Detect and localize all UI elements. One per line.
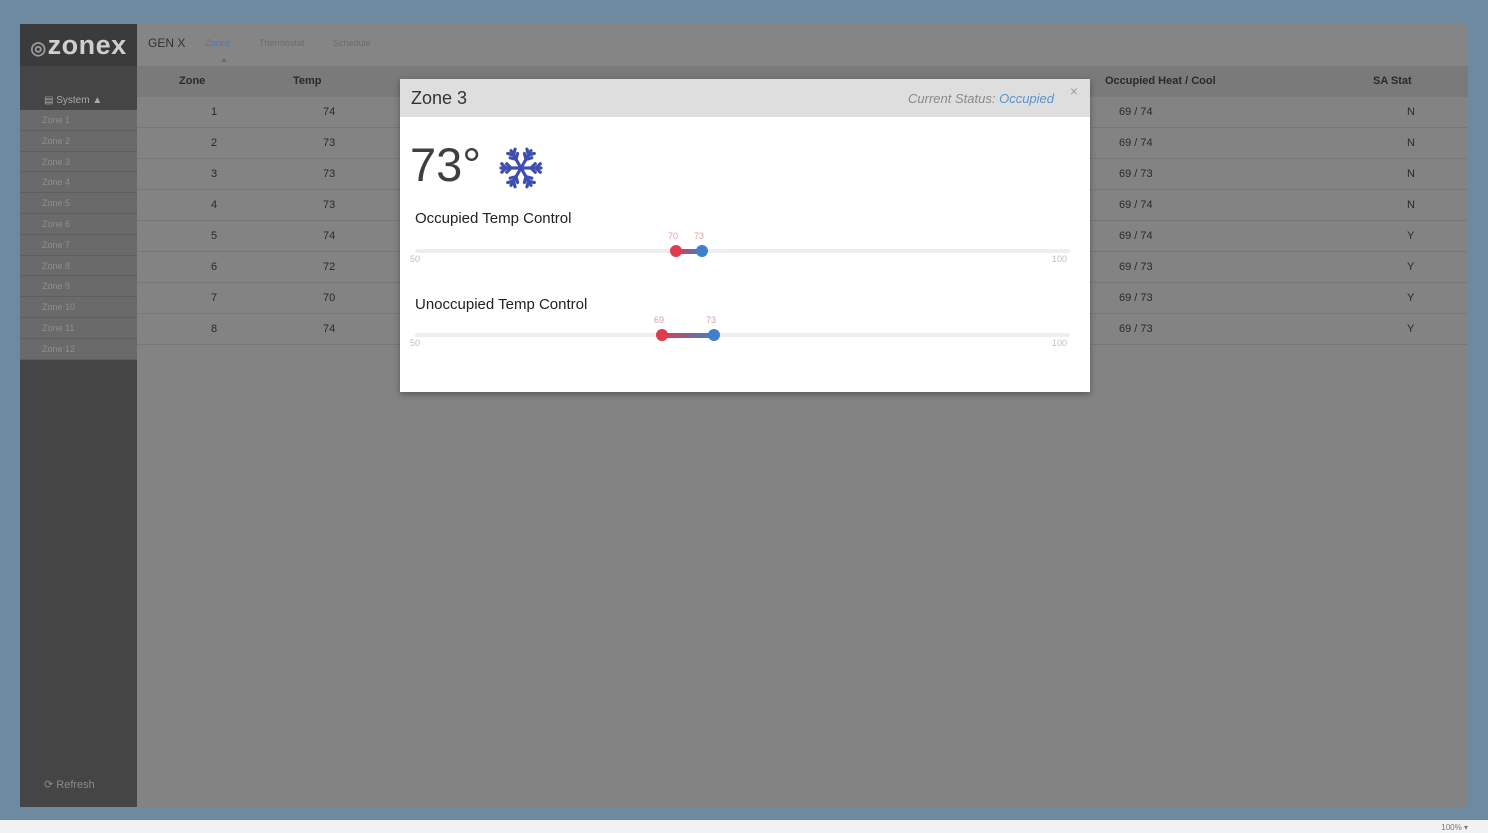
cell-temp: 73 bbox=[323, 199, 336, 211]
occupied-slider-min: 50 bbox=[410, 254, 421, 264]
cell-temp: 74 bbox=[323, 106, 336, 118]
topbar: GEN X Zones Thermostat Schedule bbox=[137, 24, 1468, 66]
cell-setpoint: 69 / 73 bbox=[1119, 292, 1153, 304]
tab-schedule[interactable]: Schedule bbox=[333, 38, 371, 48]
menu-icon: ▤ bbox=[44, 95, 54, 106]
refresh-label: Refresh bbox=[56, 779, 95, 791]
brand-label: GEN X bbox=[148, 36, 186, 50]
cell-sa: Y bbox=[1407, 230, 1415, 242]
header-zone: Zone bbox=[179, 75, 206, 87]
logo-swirl-icon: ◎ bbox=[30, 38, 47, 58]
occupied-slider-track[interactable] bbox=[415, 249, 1070, 253]
sidebar-nav: ▤ System ▲ Zone 1 Zone 2 Zone 3 Zone 4 Zone … bbox=[20, 92, 137, 360]
cell-zone: 2 bbox=[211, 137, 218, 149]
cell-setpoint: 69 / 73 bbox=[1119, 261, 1153, 273]
system-label: System bbox=[56, 95, 90, 106]
modal-title: Zone 3 bbox=[411, 88, 468, 108]
cell-temp: 74 bbox=[323, 323, 336, 335]
cell-temp: 74 bbox=[323, 230, 336, 242]
cell-zone: 1 bbox=[211, 106, 218, 118]
sidebar-item-zone[interactable]: Zone 11 bbox=[20, 318, 137, 339]
sidebar-item-zone[interactable]: Zone 6 bbox=[20, 214, 137, 235]
cell-zone: 8 bbox=[211, 323, 218, 335]
current-status: Current Status: Occupied bbox=[908, 91, 1054, 106]
cell-sa: N bbox=[1407, 106, 1415, 118]
cell-zone: 7 bbox=[211, 292, 218, 304]
cell-temp: 73 bbox=[323, 137, 336, 149]
occupied-low-value: 70 bbox=[668, 231, 679, 241]
occupied-high-handle[interactable] bbox=[696, 245, 708, 257]
refresh-button[interactable]: ⟳ Refresh bbox=[44, 778, 95, 791]
snowflake-icon bbox=[499, 147, 543, 189]
zone-detail-modal: Zone 3 Current Status: Occupied × 73° Oc… bbox=[400, 79, 1090, 392]
occupied-high-value: 73 bbox=[694, 231, 705, 241]
sidebar-zone-list: Zone 1 Zone 2 Zone 3 Zone 4 Zone 5 Zone 6 Zone… bbox=[20, 110, 137, 360]
cell-temp: 70 bbox=[323, 292, 336, 304]
cell-sa: N bbox=[1407, 137, 1415, 149]
sidebar-item-zone[interactable]: Zone 3 bbox=[20, 152, 137, 173]
tab-thermostat[interactable]: Thermostat bbox=[259, 38, 305, 48]
occupied-control-label: Occupied Temp Control bbox=[415, 210, 572, 227]
cell-sa: N bbox=[1407, 168, 1415, 180]
cell-zone: 3 bbox=[211, 168, 218, 180]
zoom-value: 100% bbox=[1441, 823, 1462, 832]
active-tab-indicator bbox=[221, 58, 227, 62]
unoccupied-slider-track[interactable] bbox=[415, 333, 1070, 337]
sidebar-item-zone[interactable]: Zone 8 bbox=[20, 256, 137, 277]
cell-setpoint: 69 / 74 bbox=[1119, 106, 1153, 118]
unoccupied-high-handle[interactable] bbox=[708, 329, 720, 341]
close-icon[interactable]: × bbox=[1070, 83, 1078, 99]
browser-status-bar bbox=[0, 820, 1488, 833]
tab-zones[interactable]: Zones bbox=[205, 38, 230, 48]
unoccupied-slider-max: 100 bbox=[1052, 338, 1068, 348]
unoccupied-slider-min: 50 bbox=[410, 338, 421, 348]
occupied-slider-max: 100 bbox=[1052, 254, 1068, 264]
cell-sa: Y bbox=[1407, 323, 1415, 335]
unoccupied-slider-range bbox=[662, 333, 714, 338]
cell-setpoint: 69 / 74 bbox=[1119, 230, 1153, 242]
header-occupied-heat-cool: Occupied Heat / Cool bbox=[1105, 75, 1216, 87]
header-sa-stat: SA Stat bbox=[1373, 75, 1412, 87]
cell-sa: Y bbox=[1407, 261, 1415, 273]
header-temp: Temp bbox=[293, 75, 322, 87]
cell-temp: 72 bbox=[323, 261, 336, 273]
sidebar: ◎zonex ▤ System ▲ Zone 1 Zone 2 Zone 3 Zone… bbox=[20, 24, 137, 807]
cell-zone: 6 bbox=[211, 261, 218, 273]
cell-zone: 4 bbox=[211, 199, 218, 211]
cell-sa: Y bbox=[1407, 292, 1415, 304]
status-prefix: Current Status: bbox=[908, 91, 996, 106]
unoccupied-low-handle[interactable] bbox=[656, 329, 668, 341]
cell-setpoint: 69 / 73 bbox=[1119, 168, 1153, 180]
cell-setpoint: 69 / 73 bbox=[1119, 323, 1153, 335]
unoccupied-low-value: 69 bbox=[654, 315, 665, 325]
sidebar-item-zone[interactable]: Zone 2 bbox=[20, 131, 137, 152]
unoccupied-high-value: 73 bbox=[706, 315, 717, 325]
modal-header: Zone 3 Current Status: Occupied × bbox=[400, 79, 1090, 117]
sidebar-item-zone[interactable]: Zone 1 bbox=[20, 110, 137, 131]
cell-sa: N bbox=[1407, 199, 1415, 211]
sidebar-item-zone[interactable]: Zone 7 bbox=[20, 235, 137, 256]
sidebar-item-zone[interactable]: Zone 5 bbox=[20, 193, 137, 214]
sidebar-system-toggle[interactable]: ▤ System ▲ bbox=[20, 92, 137, 110]
chevron-up-icon: ▲ bbox=[92, 95, 103, 106]
cell-setpoint: 69 / 74 bbox=[1119, 199, 1153, 211]
sidebar-item-zone[interactable]: Zone 9 bbox=[20, 276, 137, 298]
unoccupied-control-label: Unoccupied Temp Control bbox=[415, 296, 588, 313]
cell-setpoint: 69 / 74 bbox=[1119, 137, 1153, 149]
logo-text: zonex bbox=[47, 30, 127, 60]
sidebar-item-zone[interactable]: Zone 10 bbox=[20, 297, 137, 318]
zoom-level[interactable]: 100% ▾ bbox=[1441, 823, 1468, 832]
cell-temp: 73 bbox=[323, 168, 336, 180]
current-temperature: 73° bbox=[410, 138, 482, 191]
sidebar-item-zone[interactable]: Zone 4 bbox=[20, 172, 137, 194]
zonex-logo: ◎zonex bbox=[20, 24, 137, 66]
cell-zone: 5 bbox=[211, 230, 218, 242]
sidebar-item-zone[interactable]: Zone 12 bbox=[20, 339, 137, 360]
occupied-low-handle[interactable] bbox=[670, 245, 682, 257]
status-value: Occupied bbox=[999, 91, 1054, 106]
refresh-icon: ⟳ bbox=[44, 779, 54, 791]
